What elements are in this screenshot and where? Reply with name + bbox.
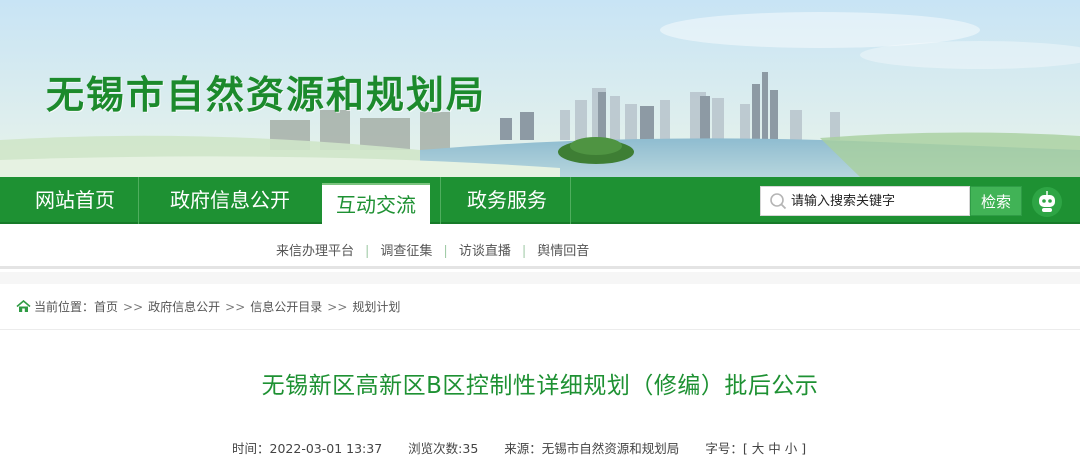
site-title: 无锡市自然资源和规划局 <box>46 73 487 117</box>
subnav-separator: | <box>365 244 370 259</box>
subnav-separator: | <box>443 244 448 259</box>
home-icon <box>16 300 31 312</box>
section-gap <box>0 272 1080 284</box>
subnav-separator: | <box>521 244 527 259</box>
header-banner: 无锡市自然资源和规划局 <box>0 0 1080 177</box>
search-button[interactable]: 检索 <box>970 186 1022 216</box>
nav-divider <box>570 177 571 224</box>
time-label: 时间： <box>232 441 270 456</box>
breadcrumb-separator: >> <box>327 300 348 314</box>
article-title: 无锡新区高新区B区控制性详细规划（修编）批后公示 <box>261 373 819 399</box>
nav-item-home[interactable]: 网站首页 <box>18 177 132 224</box>
subnav-item-survey[interactable]: 调查征集 <box>380 244 432 259</box>
nav-item-interaction[interactable]: 互动交流 <box>322 183 430 226</box>
fontsize-small-link[interactable]: 小 <box>785 441 798 456</box>
views-label: 浏览次数: <box>408 441 463 456</box>
time-value: 2022-03-01 13:37 <box>269 441 383 456</box>
subnav-item-letters[interactable]: 来信办理平台 <box>276 244 354 259</box>
robot-assistant-icon[interactable] <box>1031 186 1063 218</box>
breadcrumb: 当前位置：首页 >> 政府信息公开 >> 信息公开目录 >> 规划计划 <box>16 298 400 315</box>
sub-nav: 来信办理平台 | 调查征集 | 访谈直播 | 舆情回音 <box>0 226 1080 269</box>
search-icon <box>770 193 787 210</box>
search-input[interactable] <box>791 187 967 215</box>
source-label: 来源： <box>504 441 542 456</box>
breadcrumb-separator: >> <box>225 300 246 314</box>
views-value: 35 <box>462 441 479 456</box>
nav-divider <box>138 177 139 224</box>
subnav-item-opinion[interactable]: 舆情回音 <box>537 244 589 259</box>
fontsize-bracket-close: ] <box>801 441 807 456</box>
nav-item-gov-info[interactable]: 政府信息公开 <box>150 177 310 224</box>
breadcrumb-item[interactable]: 首页 <box>94 300 118 314</box>
breadcrumb-separator: >> <box>123 300 144 314</box>
subnav-item-interview[interactable]: 访谈直播 <box>459 244 511 259</box>
fontsize-medium-link[interactable]: 中 <box>768 441 781 456</box>
article-meta: 时间：2022-03-01 13:37 浏览次数:35 来源：无锡市自然资源和规划局… <box>232 438 806 457</box>
breadcrumb-item[interactable]: 信息公开目录 <box>250 300 322 314</box>
nav-divider <box>440 177 441 224</box>
fontsize-large-link[interactable]: 大 <box>752 441 765 456</box>
divider <box>0 329 1080 330</box>
breadcrumb-item[interactable]: 规划计划 <box>352 300 400 314</box>
breadcrumb-prefix: 当前位置： <box>34 300 95 314</box>
source-value: 无锡市自然资源和规划局 <box>541 441 680 456</box>
nav-item-services[interactable]: 政务服务 <box>450 177 564 224</box>
fontsize-label: 字号： <box>705 441 743 456</box>
search-box <box>760 186 970 216</box>
fontsize-bracket-open: [ <box>742 441 748 456</box>
breadcrumb-item[interactable]: 政府信息公开 <box>148 300 220 314</box>
